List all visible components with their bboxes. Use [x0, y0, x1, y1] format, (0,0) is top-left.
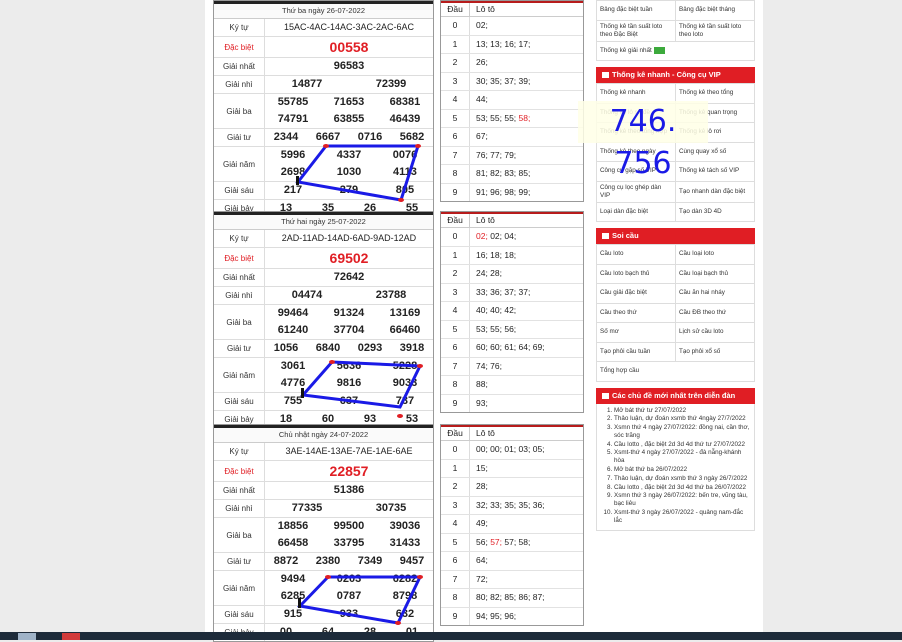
annotation-mark-4 — [329, 360, 335, 364]
taskbar — [0, 632, 902, 640]
annotation-mark-3 — [398, 198, 404, 202]
annotation-shape-3 — [296, 575, 423, 625]
annotation-mark-7 — [325, 575, 331, 579]
annotation-arrow-3 — [298, 598, 301, 608]
annotation-lines — [295, 144, 423, 625]
annotation-mark-6 — [397, 414, 403, 418]
annotation-arrow-2 — [301, 388, 304, 398]
annotation-mark-9 — [395, 621, 401, 625]
annotation-mark-8 — [417, 575, 423, 579]
annotation-mark-5 — [417, 364, 423, 368]
taskbar-app-icon-2[interactable] — [62, 633, 80, 640]
annotation-mark-2 — [415, 144, 421, 148]
annotation-arrow-1 — [296, 176, 299, 185]
taskbar-app-icon[interactable] — [18, 633, 36, 640]
annotation-mark-1 — [323, 144, 329, 148]
annotation-shape-1 — [295, 144, 421, 202]
annotation-shape-2 — [300, 360, 423, 409]
